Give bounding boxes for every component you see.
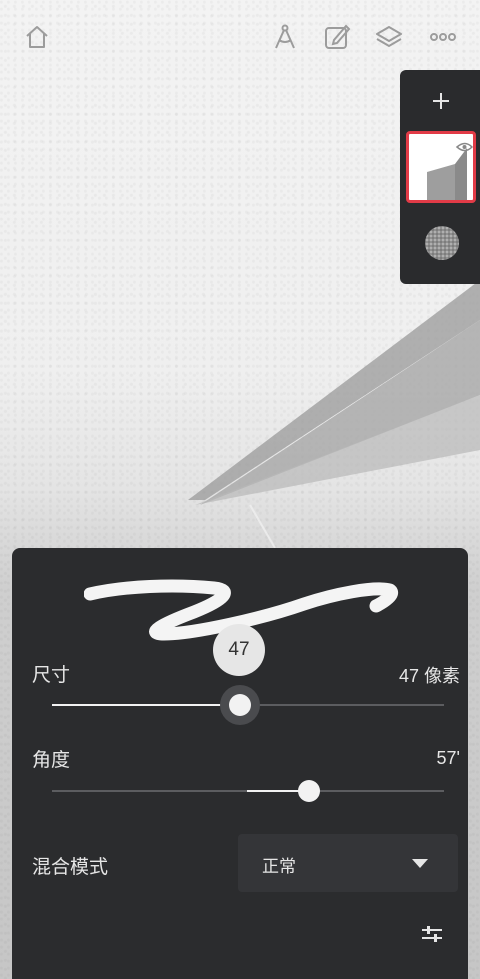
layers-icon[interactable] [374, 22, 404, 52]
edit-icon[interactable] [322, 22, 352, 52]
size-slider-thumb[interactable] [229, 694, 251, 716]
layer-thumbnail-active[interactable] [406, 131, 476, 203]
blend-mode-label: 混合模式 [32, 857, 109, 878]
blend-mode-value: 正常 [262, 857, 296, 876]
home-icon[interactable] [22, 22, 52, 52]
sliders-icon[interactable] [418, 920, 446, 948]
caret-down-icon [412, 859, 428, 868]
size-value: 47 像素 [398, 666, 460, 686]
angle-value: 57' [436, 748, 460, 768]
size-value-bubble: 47 [213, 624, 265, 676]
background-layer-thumbnail[interactable] [425, 226, 459, 260]
ruler-compass-icon[interactable] [270, 22, 300, 52]
angle-slider-thumb[interactable] [298, 780, 320, 802]
angle-label: 角度 [32, 750, 71, 771]
size-label: 尺寸 [32, 665, 71, 686]
blend-mode-select[interactable]: 正常 [238, 834, 458, 892]
size-slider-fill [52, 704, 240, 706]
eye-icon[interactable] [455, 142, 473, 152]
more-icon[interactable] [428, 22, 458, 52]
top-toolbar [0, 0, 480, 76]
plus-icon[interactable] [426, 86, 456, 116]
